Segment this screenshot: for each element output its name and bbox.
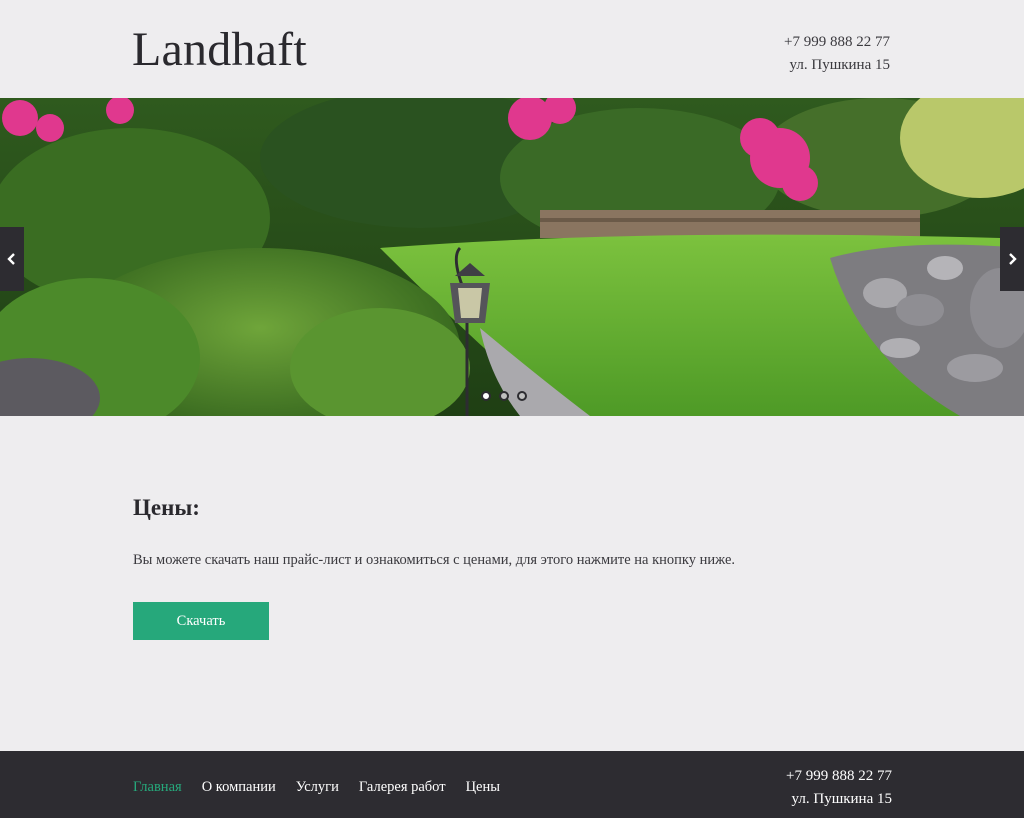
header-phone[interactable]: +7 999 888 22 77 [784,31,890,54]
site-logo[interactable]: Landhaft [132,22,307,77]
footer-address: ул. Пушкина 15 [791,791,892,807]
chevron-right-icon [1009,253,1017,265]
slider-prev-button[interactable] [0,227,24,291]
slider-dot[interactable] [481,391,491,401]
site-header: Landhaft +7 999 888 22 77 ул. Пушкина 15 [0,0,1024,98]
footer-nav: Главная О компании Услуги Галерея работ … [133,779,500,796]
nav-item-about[interactable]: О компании [202,779,276,796]
slider-dots [481,391,527,401]
header-address: ул. Пушкина 15 [789,57,890,73]
section-text: Вы можете скачать наш прайс-лист и ознак… [133,552,736,568]
hero-slider [0,98,1024,416]
nav-item-gallery[interactable]: Галерея работ [359,779,446,796]
header-contacts: +7 999 888 22 77 ул. Пушкина 15 [784,31,890,77]
chevron-left-icon [7,253,15,265]
nav-item-services[interactable]: Услуги [296,779,339,796]
slider-dot[interactable] [517,391,527,401]
garden-photo [0,98,1024,416]
nav-item-prices[interactable]: Цены [466,779,500,796]
nav-item-home[interactable]: Главная [133,779,182,796]
slider-next-button[interactable] [1000,227,1024,291]
site-footer: Главная О компании Услуги Галерея работ … [0,751,1024,818]
download-button[interactable]: Скачать [133,602,269,640]
footer-phone[interactable]: +7 999 888 22 77 [786,765,892,788]
section-title: Цены: [133,495,200,520]
footer-contacts: +7 999 888 22 77 ул. Пушкина 15 [786,765,892,811]
slider-dot[interactable] [499,391,509,401]
